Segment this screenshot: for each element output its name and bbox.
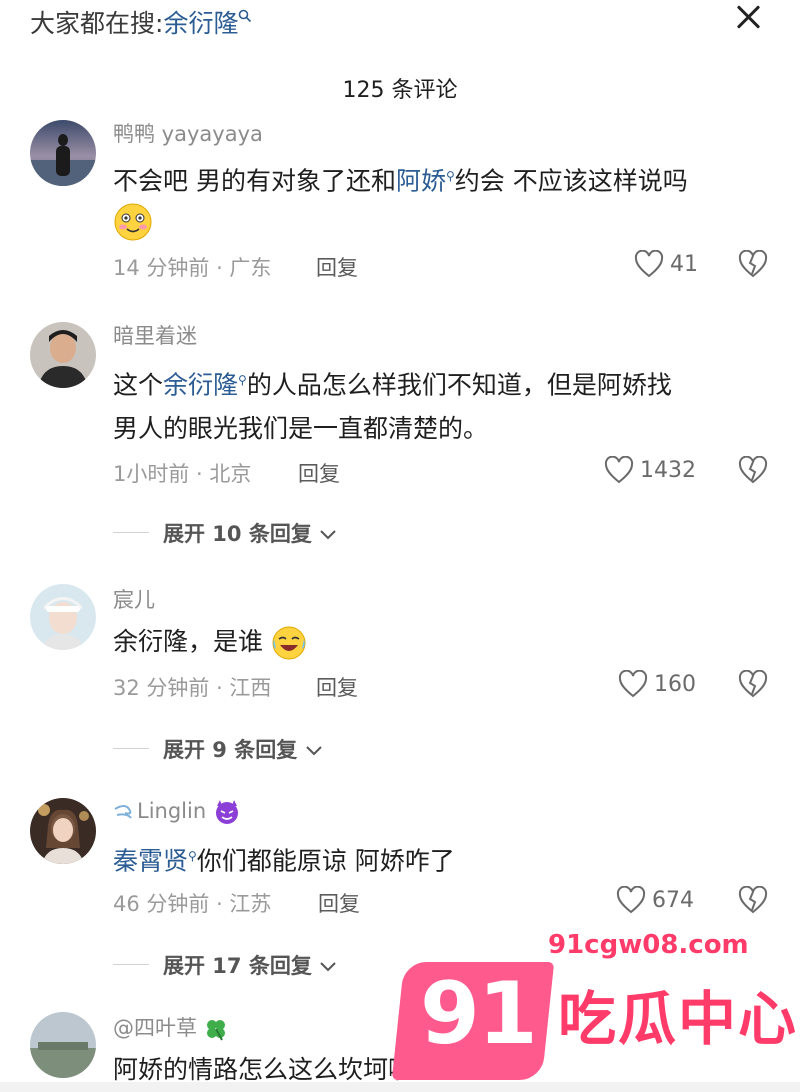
- broken-heart-icon[interactable]: [738, 250, 768, 278]
- comment-link[interactable]: 余衍隆: [163, 370, 238, 399]
- comment-time-location: 46 分钟前 · 江苏: [113, 892, 272, 916]
- comment-item: 鸭鸭 yayayaya 不会吧 男的有对象了还和阿娇⚲约会 不应该这样说吗 14…: [0, 118, 800, 298]
- avatar[interactable]: [30, 798, 96, 864]
- comment-username[interactable]: 鸭鸭 yayayaya: [113, 118, 263, 148]
- comment-text-part: 的人品怎么样我们不知道，但是阿娇找: [246, 370, 672, 400]
- expand-replies-label: 展开 9 条回复: [163, 738, 298, 762]
- like-count: 160: [654, 672, 696, 697]
- divider: [113, 964, 149, 965]
- wind-emoji-icon: [114, 805, 132, 819]
- expand-replies-button[interactable]: 展开 10 条回复: [163, 518, 337, 548]
- comment-username[interactable]: 宸儿: [113, 584, 155, 614]
- search-icon: ⚲: [238, 373, 247, 387]
- comment-text: 不会吧 男的有对象了还和阿娇⚲约会 不应该这样说吗: [113, 154, 793, 203]
- comment-text-part: 余衍隆，是谁: [113, 627, 264, 656]
- like-count: 41: [670, 252, 698, 277]
- devil-emoji-icon: [215, 800, 238, 824]
- comment-username[interactable]: 暗里着迷: [113, 320, 197, 350]
- reply-button[interactable]: 回复: [316, 672, 358, 702]
- comment-time-location: 14 分钟前 · 广东: [113, 256, 272, 280]
- comment-time-location: 32 分钟前 · 江西: [113, 676, 272, 700]
- chevron-down-icon: [320, 962, 336, 972]
- expand-replies-label: 展开 10 条回复: [163, 522, 312, 546]
- avatar[interactable]: [30, 120, 96, 186]
- search-icon: ⚲: [188, 849, 197, 863]
- broken-heart-icon[interactable]: [738, 670, 768, 698]
- heart-icon[interactable]: [634, 250, 664, 278]
- comment-count-title: 125 条评论: [342, 78, 458, 103]
- broken-heart-icon[interactable]: [738, 456, 768, 484]
- expand-replies-button[interactable]: 展开 17 条回复: [163, 950, 337, 980]
- search-suggestion-keyword[interactable]: 余衍隆: [163, 9, 238, 38]
- comment-item: 宸儿 余衍隆，是谁 32 分钟前 · 江西 回复 160 展开 9 条回复: [0, 584, 800, 774]
- search-suggestion-prefix: 大家都在搜:: [30, 9, 164, 38]
- avatar[interactable]: [30, 584, 96, 650]
- search-icon: [239, 9, 252, 22]
- watermark-url: 91cgw08.com: [548, 930, 749, 960]
- watermark-number: 91: [420, 964, 538, 1064]
- comment-text-line: 男人的眼光我们是一直都清楚的。: [113, 414, 489, 444]
- top-bar: 大家都在搜:余衍隆: [0, 0, 800, 44]
- close-icon[interactable]: [730, 0, 766, 36]
- smile-emoji-icon: [113, 202, 153, 246]
- input-bar[interactable]: [0, 1082, 800, 1092]
- comment-text-part: 约会 不应该这样说吗: [454, 166, 688, 196]
- comment-text-part: 你们都能原谅 阿娇咋了: [196, 846, 455, 876]
- search-suggestion[interactable]: 大家都在搜:余衍隆: [30, 4, 252, 40]
- comment-username[interactable]: Linglin: [113, 798, 241, 826]
- expand-replies-button[interactable]: 展开 9 条回复: [163, 734, 323, 764]
- expand-replies-label: 展开 17 条回复: [163, 954, 312, 978]
- reply-button[interactable]: 回复: [318, 888, 360, 918]
- heart-icon[interactable]: [618, 670, 648, 698]
- laughing-emoji-icon: [272, 626, 306, 660]
- comment-text-part: 不会吧 男的有对象了还和: [113, 166, 396, 196]
- comment-username-text: Linglin: [137, 799, 207, 823]
- reply-button[interactable]: 回复: [298, 458, 340, 488]
- avatar[interactable]: [30, 322, 96, 388]
- search-icon: ⚲: [445, 169, 455, 183]
- comment-link[interactable]: 秦霄贤: [113, 846, 188, 875]
- heart-icon[interactable]: [616, 886, 646, 914]
- comment-link[interactable]: 阿娇: [396, 166, 446, 195]
- divider: [113, 532, 149, 533]
- clover-icon: [206, 1020, 225, 1041]
- broken-heart-icon[interactable]: [738, 886, 768, 914]
- comment-item: 暗里着迷 这个余衍隆⚲的人品怎么样我们不知道，但是阿娇找 男人的眼光我们是一直都…: [0, 320, 800, 560]
- chevron-down-icon: [320, 530, 336, 540]
- avatar[interactable]: [30, 1012, 96, 1078]
- like-count: 674: [652, 888, 694, 913]
- comment-text: 秦霄贤⚲你们都能原谅 阿娇咋了: [113, 834, 793, 883]
- reply-button[interactable]: 回复: [316, 252, 358, 282]
- divider: [113, 748, 149, 749]
- comment-username[interactable]: @四叶草: [113, 1012, 228, 1042]
- chevron-down-icon: [305, 746, 322, 756]
- comment-username-text: @四叶草: [113, 1016, 197, 1040]
- comment-time-location: 1小时前 · 北京: [113, 462, 252, 486]
- watermark-name: 吃瓜中心: [558, 985, 799, 1053]
- heart-icon[interactable]: [604, 456, 634, 484]
- comment-text-line: 这个余衍隆⚲的人品怎么样我们不知道，但是阿娇找: [113, 358, 793, 407]
- like-count: 1432: [640, 458, 696, 483]
- comment-text-part: 这个: [113, 370, 164, 400]
- comment-text: 这个余衍隆⚲的人品怎么样我们不知道，但是阿娇找 男人的眼光我们是一直都清楚的。: [113, 358, 793, 451]
- watermark: 91cgw08.com 91 吃瓜中心: [391, 930, 799, 1080]
- comment-text: 余衍隆，是谁: [113, 620, 793, 664]
